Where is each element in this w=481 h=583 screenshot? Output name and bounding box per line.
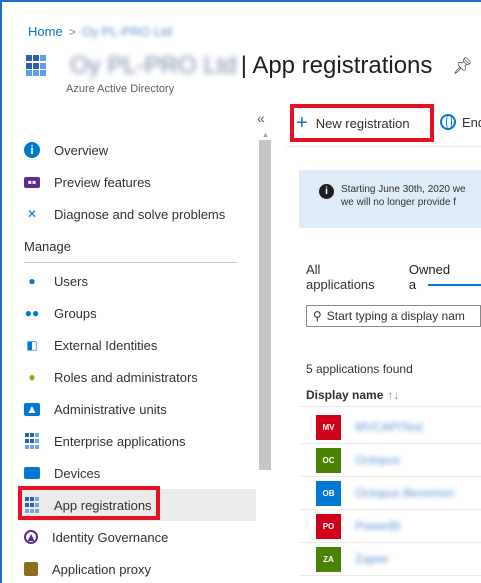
tab-owned-applications[interactable]: Owned a — [409, 262, 455, 292]
wrench-icon: ✕ — [26, 207, 38, 221]
page-title: | App registrations — [240, 52, 433, 79]
app-list: MV MVCAPITest OC Octopus OB Octopus Benemen PO… — [300, 411, 481, 576]
sidebar-item-label: Administrative units — [54, 401, 167, 417]
sidebar-item-overview[interactable]: i Overview — [18, 134, 256, 166]
sidebar-item-label: Diagnose and solve problems — [54, 206, 226, 222]
app-avatar: PO — [316, 513, 341, 539]
breadcrumb: Home > Oy PL-PRO Ltd — [28, 24, 172, 39]
admin-units-icon: ▲ — [24, 402, 40, 416]
sidebar-item-label: Identity Governance — [52, 529, 169, 545]
info-icon: i — [319, 184, 334, 199]
table-row[interactable]: MV MVCAPITest — [300, 411, 481, 444]
column-header-label: Display name — [306, 388, 384, 402]
sidebar-item-label: Application proxy — [52, 561, 151, 577]
sidebar-item-label: Users — [54, 273, 88, 289]
column-header-display-name[interactable]: Display name ↑↓ — [306, 388, 399, 402]
breadcrumb-separator: > — [68, 24, 76, 39]
external-identities-icon: ◧ — [26, 338, 38, 352]
results-count: 5 applications found — [306, 362, 413, 376]
active-tab-indicator — [428, 284, 481, 286]
proxy-icon — [24, 562, 38, 576]
app-name-link[interactable]: PowerBI — [355, 519, 400, 533]
grid-icon — [24, 433, 40, 449]
device-icon — [24, 467, 40, 479]
scroll-up-arrow-icon[interactable]: ▲ — [262, 132, 269, 139]
sidebar-item-label: Enterprise applications — [54, 433, 186, 449]
sidebar-item-external-identities[interactable]: ◧ External Identities — [18, 329, 256, 361]
app-avatar: OC — [316, 447, 341, 473]
sidebar-item-label: Overview — [54, 142, 109, 158]
endpoints-button[interactable]: End — [440, 114, 481, 130]
user-icon: ● — [28, 274, 36, 288]
governance-icon: ▲ — [24, 530, 38, 544]
app-name-link[interactable]: Zapier — [355, 552, 389, 566]
app-name-link[interactable]: Octopus — [355, 453, 400, 467]
command-bar-divider — [286, 146, 481, 147]
sidebar-item-roles[interactable]: ● Roles and administrators — [18, 361, 256, 393]
sidebar-section-manage: Manage — [24, 238, 71, 254]
table-row[interactable]: OC Octopus — [300, 444, 481, 477]
sidebar-item-preview-features[interactable]: ▪▪ Preview features — [18, 166, 256, 198]
sidebar-item-label: Roles and administrators — [54, 369, 198, 385]
table-row[interactable]: ZA Zapier — [300, 543, 481, 576]
app-name-link[interactable]: Octopus Benemen — [355, 486, 454, 500]
info-line-1: Starting June 30th, 2020 we — [341, 184, 466, 195]
group-icon: ●● — [24, 306, 40, 320]
app-name-link[interactable]: MVCAPITest — [355, 420, 423, 434]
breadcrumb-home[interactable]: Home — [28, 24, 63, 39]
page-subtitle: Azure Active Directory — [66, 83, 175, 95]
sort-icon[interactable]: ↑↓ — [387, 388, 399, 402]
globe-icon — [440, 114, 456, 130]
preview-icon: ▪▪ — [24, 175, 40, 189]
tenant-name: Oy PL-PRO Ltd — [70, 52, 237, 79]
sidebar-item-label: Groups — [54, 305, 97, 321]
roles-icon: ● — [28, 370, 36, 384]
info-banner-text: Starting June 30th, 2020 we we will no l… — [341, 183, 466, 209]
sidebar-item-label: Preview features — [54, 174, 151, 190]
title-row: Oy PL-PRO Ltd | App registrations 📌︎ — [26, 50, 473, 82]
pin-icon[interactable]: 📌︎ — [452, 56, 472, 76]
tab-all-applications[interactable]: All applications — [306, 262, 383, 292]
sidebar-divider — [24, 262, 237, 263]
sidebar-item-diagnose[interactable]: ✕ Diagnose and solve problems — [18, 198, 256, 230]
info-icon: i — [24, 142, 40, 158]
sidebar-item-enterprise-applications[interactable]: Enterprise applications — [18, 425, 256, 457]
app-registrations-icon — [26, 55, 48, 77]
app-avatar: ZA — [316, 546, 341, 572]
sidebar-item-devices[interactable]: Devices — [18, 457, 256, 489]
sidebar-item-identity-governance[interactable]: ▲ Identity Governance — [18, 521, 256, 553]
search-placeholder: Start typing a display nam — [326, 309, 465, 323]
sidebar-item-groups[interactable]: ●● Groups — [18, 297, 256, 329]
app-avatar: OB — [316, 480, 341, 506]
sidebar-item-users[interactable]: ● Users — [18, 265, 256, 297]
search-input[interactable]: ⚲ Start typing a display nam — [306, 305, 481, 327]
highlight-box-new-registration — [290, 104, 434, 142]
info-line-2: we will no longer provide f — [341, 197, 457, 208]
sidebar-item-application-proxy[interactable]: Application proxy — [18, 553, 256, 583]
sidebar-scrollbar[interactable] — [259, 140, 271, 470]
header-divider — [300, 406, 481, 407]
endpoints-label: End — [462, 114, 481, 130]
sidebar-item-label: External Identities — [54, 337, 158, 353]
table-row[interactable]: PO PowerBI — [300, 510, 481, 543]
sidebar-item-administrative-units[interactable]: ▲ Administrative units — [18, 393, 256, 425]
tabs: All applications Owned a — [306, 262, 481, 292]
table-row[interactable]: OB Octopus Benemen — [300, 477, 481, 510]
highlight-box-app-registrations — [18, 486, 160, 520]
breadcrumb-tenant[interactable]: Oy PL-PRO Ltd — [82, 24, 172, 39]
app-avatar: MV — [316, 414, 341, 440]
info-banner: i Starting June 30th, 2020 we we will no… — [299, 170, 481, 228]
sidebar-item-label: Devices — [54, 465, 101, 481]
collapse-sidebar-button[interactable]: « — [257, 110, 265, 126]
search-icon: ⚲ — [313, 309, 322, 323]
